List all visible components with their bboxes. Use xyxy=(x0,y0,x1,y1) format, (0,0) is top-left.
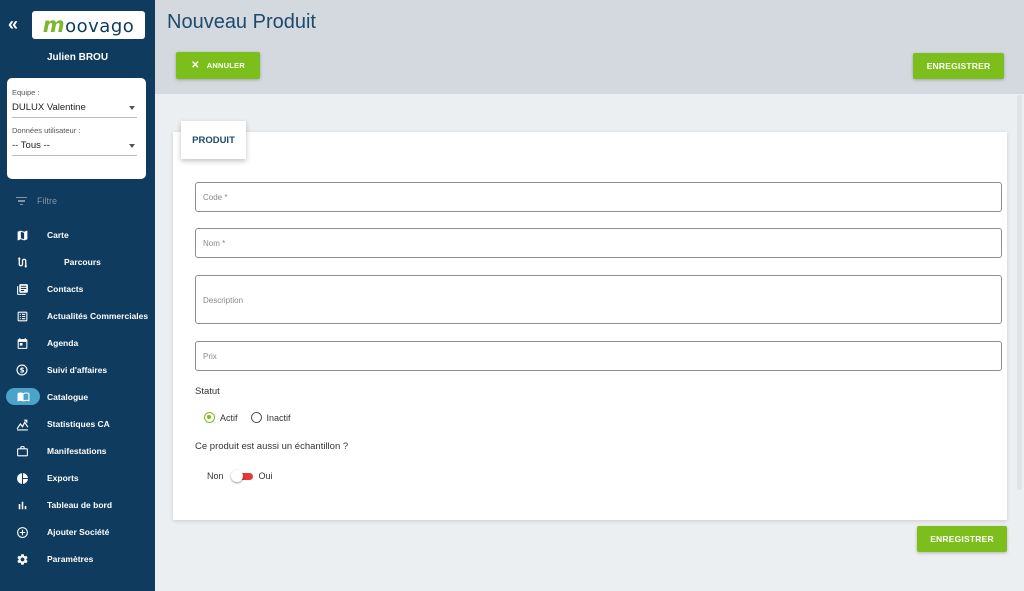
add-circle-icon xyxy=(15,525,29,539)
pie-icon xyxy=(15,471,29,485)
description-placeholder: Description xyxy=(203,296,244,305)
oui-label: Oui xyxy=(258,471,273,481)
route-icon xyxy=(15,255,29,269)
bar-chart-icon xyxy=(15,498,29,512)
collapse-sidebar-icon[interactable]: « xyxy=(8,14,18,35)
money-cycle-icon: $ xyxy=(15,363,29,377)
save-button-top[interactable]: ENREGISTRER xyxy=(913,53,1004,79)
user-name: Julien BROU xyxy=(46,52,109,63)
radio-inactif[interactable] xyxy=(250,412,262,423)
sidebar-item-contacts[interactable]: Contacts xyxy=(0,275,155,302)
non-label: Non xyxy=(207,471,224,481)
sidebar-item-actualites[interactable]: Actualités Commerciales xyxy=(0,302,155,329)
save-button-bottom[interactable]: ENREGISTRER xyxy=(917,526,1007,552)
tab-produit[interactable]: PRODUIT xyxy=(181,121,246,159)
sidebar-item-ajouter-societe[interactable]: Ajouter Société xyxy=(0,518,155,545)
equipe-select[interactable]: DULUX Valentine xyxy=(12,97,137,118)
svg-text:$: $ xyxy=(20,367,25,375)
calendar-icon xyxy=(15,336,29,350)
map-icon xyxy=(15,228,29,242)
page-title: Nouveau Produit xyxy=(167,11,316,33)
donnees-select[interactable]: -- Tous -- xyxy=(12,135,137,156)
gear-icon xyxy=(15,552,29,566)
page-header: Nouveau Produit ✕ ANNULER ENREGISTRER xyxy=(155,0,1024,94)
user-filter-card: Equipe : DULUX Valentine Données utilisa… xyxy=(7,78,146,179)
inactif-label: Inactif xyxy=(266,412,291,423)
news-icon xyxy=(15,309,29,323)
sidebar-filter[interactable]: Filtre xyxy=(16,196,57,206)
sidebar-item-manifestations[interactable]: Manifestations xyxy=(0,437,155,464)
code-field[interactable]: Code * xyxy=(195,182,1002,212)
radio-actif[interactable] xyxy=(204,412,215,423)
sample-toggle[interactable] xyxy=(230,469,253,482)
actif-label: Actif xyxy=(220,412,238,423)
sidebar-item-suivi-affaires[interactable]: $ Suivi d'affaires xyxy=(0,356,155,383)
contacts-icon xyxy=(15,282,29,296)
sidebar-item-carte[interactable]: Carte xyxy=(0,221,155,248)
sidebar-item-exports[interactable]: Exports xyxy=(0,464,155,491)
prix-field[interactable]: Prix xyxy=(195,341,1002,371)
sample-question: Ce produit est aussi un échantillon ? xyxy=(195,441,349,452)
chevron-down-icon xyxy=(129,144,135,148)
close-icon: ✕ xyxy=(191,60,200,71)
app-logo: moovago xyxy=(32,11,145,39)
sidebar-nav: Carte Parcours Contacts Actualités Comme… xyxy=(0,221,155,572)
statut-radio-group: Actif Inactif xyxy=(204,412,291,423)
description-field[interactable]: Description xyxy=(195,275,1002,324)
equipe-label: Equipe : xyxy=(12,88,40,97)
filter-icon xyxy=(16,196,27,206)
product-form-card: PRODUIT Code * Nom * Description Prix St… xyxy=(173,121,1007,520)
statut-label: Statut xyxy=(195,386,220,397)
donnees-label: Données utilisateur : xyxy=(12,126,81,135)
stats-icon xyxy=(15,417,29,431)
code-placeholder: Code * xyxy=(203,193,228,202)
page-scrollbar[interactable] xyxy=(1017,95,1022,490)
sample-toggle-row: Non Oui xyxy=(207,469,273,482)
sidebar-item-statistiques[interactable]: Statistiques CA xyxy=(0,410,155,437)
book-icon xyxy=(6,388,40,405)
briefcase-icon xyxy=(15,444,29,458)
sidebar-item-tableau-de-bord[interactable]: Tableau de bord xyxy=(0,491,155,518)
chevron-down-icon xyxy=(129,106,135,110)
sidebar-item-parametres[interactable]: Paramètres xyxy=(0,545,155,572)
sidebar-item-parcours[interactable]: Parcours xyxy=(0,248,155,275)
nom-field[interactable]: Nom * xyxy=(195,228,1002,258)
sidebar-item-catalogue[interactable]: Catalogue xyxy=(0,383,155,410)
cancel-button[interactable]: ✕ ANNULER xyxy=(176,52,260,79)
nom-placeholder: Nom * xyxy=(203,239,226,248)
sidebar: « moovago Julien BROU Equipe : DULUX Val… xyxy=(0,0,155,591)
sidebar-item-agenda[interactable]: Agenda xyxy=(0,329,155,356)
prix-placeholder: Prix xyxy=(203,352,217,361)
